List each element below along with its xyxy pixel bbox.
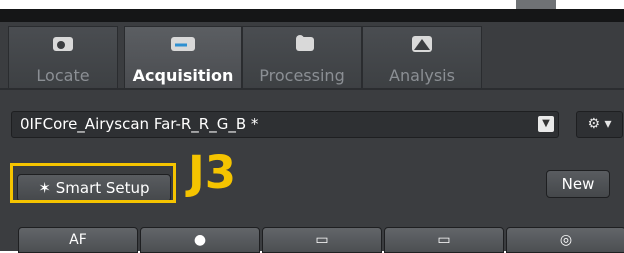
camera-button[interactable]: ● xyxy=(140,227,260,253)
tab-label: Analysis xyxy=(389,66,455,85)
continuous-icon: ▭ xyxy=(437,232,451,248)
tab-locate[interactable]: Locate xyxy=(8,26,118,90)
tab-processing[interactable]: Processing xyxy=(242,26,362,90)
settings-menu-button[interactable]: ⚙ ▾ xyxy=(576,111,623,138)
experiment-select-value: 0IFCore_Airyscan Far-R_R_G_B * xyxy=(20,115,259,133)
acquisition-icon xyxy=(171,37,195,51)
tab-acquisition[interactable]: Acquisition xyxy=(124,26,242,89)
chevron-down-icon[interactable]: ▼ xyxy=(538,116,554,132)
top-bar xyxy=(0,9,624,22)
experiment-select[interactable]: 0IFCore_Airyscan Far-R_R_G_B * ▼ xyxy=(11,111,559,138)
new-button-label: New xyxy=(561,175,595,193)
processing-icon xyxy=(296,35,314,51)
analysis-icon xyxy=(412,36,432,52)
tab-label: Locate xyxy=(36,66,90,85)
af-label: AF xyxy=(69,232,87,248)
snap-icon: ◎ xyxy=(559,232,573,248)
top-right-strip xyxy=(516,0,556,9)
tab-analysis[interactable]: Analysis xyxy=(362,26,482,90)
snap-button[interactable]: ◎ xyxy=(506,227,624,253)
tab-separator xyxy=(0,88,624,90)
tab-label: Acquisition xyxy=(132,66,234,85)
live-icon: ▭ xyxy=(315,232,329,248)
af-button[interactable]: AF xyxy=(18,227,138,253)
new-button[interactable]: New xyxy=(546,170,610,198)
gear-icon: ⚙ ▾ xyxy=(587,116,612,132)
tab-label: Processing xyxy=(259,66,345,85)
annotation-label: J3 xyxy=(188,146,237,199)
camera-icon: ● xyxy=(193,232,207,248)
locate-icon xyxy=(53,37,73,51)
live-button[interactable]: ▭ xyxy=(262,227,382,253)
continuous-button[interactable]: ▭ xyxy=(384,227,504,253)
annotation-highlight-box xyxy=(10,163,176,203)
